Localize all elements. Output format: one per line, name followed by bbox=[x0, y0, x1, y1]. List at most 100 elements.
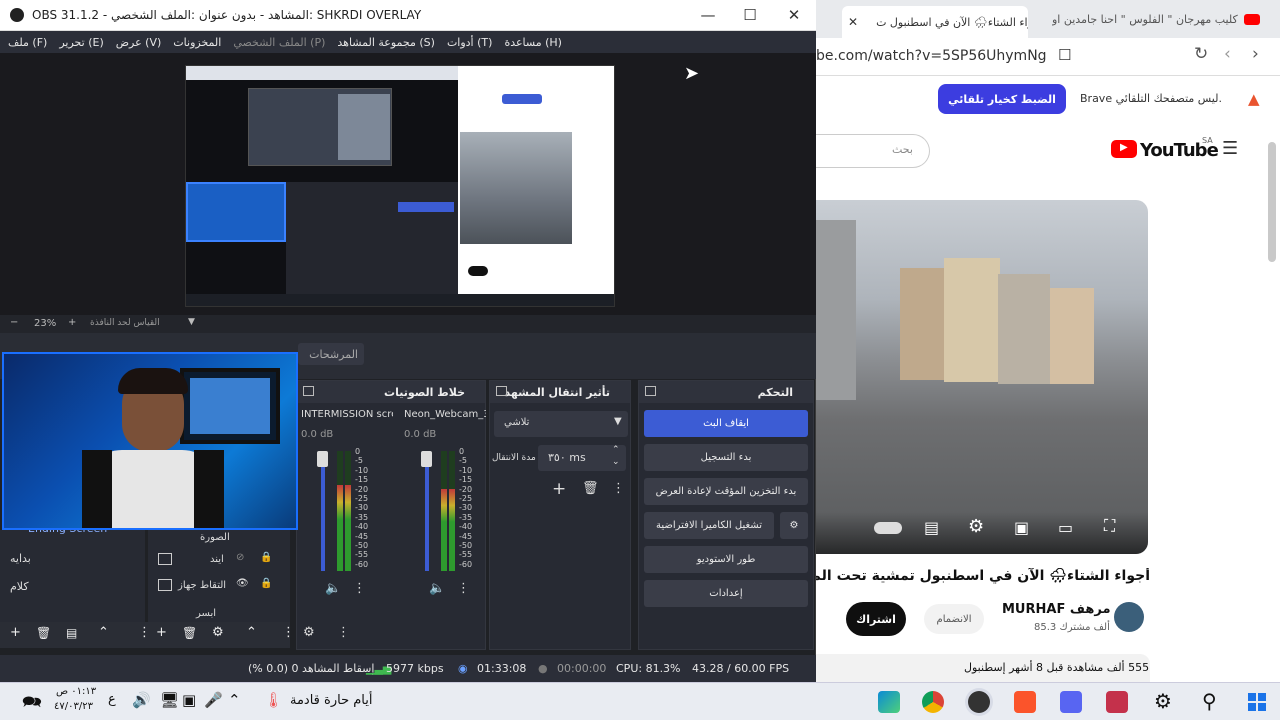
menu-tools[interactable]: أدوات (T) bbox=[447, 36, 493, 49]
video-player[interactable]: ▤ ⚙ ▣ ▭ ⛶ bbox=[816, 200, 1148, 554]
source-row[interactable]: ابسر bbox=[156, 606, 286, 622]
back-icon[interactable]: › bbox=[1252, 44, 1259, 64]
language-indicator[interactable]: ع bbox=[108, 692, 116, 707]
notification-icon[interactable]: 🗪 bbox=[22, 691, 42, 718]
volume-icon[interactable]: 🔊 bbox=[132, 691, 151, 709]
spin-down-icon[interactable]: ⌄ bbox=[612, 457, 620, 467]
zoom-out-icon[interactable]: − bbox=[10, 317, 18, 328]
maximize-icon[interactable]: ☐ bbox=[728, 0, 772, 31]
edge-icon[interactable] bbox=[878, 691, 900, 713]
filters-button[interactable]: المرشحات bbox=[298, 343, 364, 365]
start-recording-button[interactable]: بدء التسجيل bbox=[644, 444, 808, 471]
speaker-icon[interactable]: 🔈 bbox=[429, 581, 445, 596]
captions-icon[interactable]: ▤ bbox=[924, 518, 939, 537]
obs-taskbar-icon[interactable] bbox=[968, 691, 990, 713]
scrollbar-thumb[interactable] bbox=[1268, 142, 1276, 262]
add-transition-icon[interactable]: + bbox=[552, 479, 566, 499]
scene-item[interactable]: كلام bbox=[10, 580, 29, 593]
transition-type-select[interactable]: تلاشي ▼ bbox=[494, 411, 628, 437]
clock-date[interactable]: ٤٧/٠٣/٢٣ bbox=[54, 701, 93, 712]
mixer-settings-icon[interactable]: ⚙ bbox=[303, 625, 315, 640]
autoplay-toggle[interactable] bbox=[874, 522, 902, 534]
bookmark-icon[interactable]: ☐ bbox=[1058, 46, 1071, 64]
scene-filters-icon[interactable]: ▤ bbox=[66, 626, 77, 640]
menu-help[interactable]: مساعدة (H) bbox=[504, 36, 562, 49]
forward-icon[interactable]: ‹ bbox=[1224, 44, 1231, 64]
discord-icon[interactable] bbox=[1060, 691, 1082, 713]
zoom-dropdown-icon[interactable]: ▼ bbox=[188, 317, 195, 327]
remove-scene-icon[interactable]: 🗑 bbox=[36, 626, 51, 640]
lock-icon[interactable]: 🔒 bbox=[260, 552, 272, 563]
remove-transition-icon[interactable]: 🗑 bbox=[582, 481, 599, 496]
app-icon[interactable] bbox=[1106, 691, 1128, 713]
studio-mode-button[interactable]: طور الاستوديو bbox=[644, 546, 808, 573]
channel-menu-icon[interactable]: ⋮ bbox=[353, 581, 366, 596]
remove-source-icon[interactable]: 🗑 bbox=[182, 626, 197, 640]
channel-menu-icon[interactable]: ⋮ bbox=[457, 581, 470, 596]
close-icon[interactable]: ✕ bbox=[772, 0, 816, 31]
settings-taskbar-icon[interactable]: ⚙ bbox=[1154, 689, 1172, 713]
tab-active[interactable]: ✕ أجواء الشتاء🌧 الآن في اسطنبول ت bbox=[842, 6, 1028, 38]
menu-file[interactable]: ملف (F) bbox=[8, 36, 47, 49]
description-box[interactable]: 555 ألف مشاهدة قبل 8 أشهر إسطنبول bbox=[816, 654, 1150, 682]
search-icon[interactable]: ⚲ bbox=[1202, 689, 1217, 713]
subscribe-button[interactable]: اشتراك bbox=[846, 602, 906, 636]
visibility-off-icon[interactable]: ⊘ bbox=[236, 552, 244, 563]
stop-streaming-button[interactable]: ايقاف البث bbox=[644, 410, 808, 437]
visibility-icon[interactable]: 👁 bbox=[236, 578, 249, 589]
hamburger-menu-icon[interactable]: ☰ bbox=[1222, 138, 1238, 159]
search-input[interactable]: بحث bbox=[816, 134, 930, 168]
volume-fader-handle[interactable] bbox=[317, 451, 328, 467]
minimize-icon[interactable]: — bbox=[686, 0, 730, 31]
fullscreen-icon[interactable]: ⛶ bbox=[1104, 516, 1115, 536]
move-up-icon[interactable]: ⌃ bbox=[98, 625, 109, 640]
settings-gear-icon[interactable]: ⚙ bbox=[968, 516, 984, 537]
channel-name[interactable]: MURHAF مرهف bbox=[1002, 602, 1111, 617]
join-button[interactable]: الانضمام bbox=[924, 604, 984, 634]
menu-docks[interactable]: المخزونات bbox=[173, 36, 221, 49]
menu-view[interactable]: عرض (V) bbox=[116, 36, 162, 49]
chrome-icon[interactable] bbox=[922, 691, 944, 713]
source-settings-icon[interactable]: ⚙ bbox=[212, 625, 224, 640]
volume-fader[interactable] bbox=[425, 451, 429, 571]
display-icon[interactable]: ▣ bbox=[182, 691, 196, 709]
theater-mode-icon[interactable]: ▭ bbox=[1058, 518, 1073, 537]
source-row[interactable]: ايند ⊘ 🔒 bbox=[156, 552, 286, 570]
dock-popout-icon[interactable] bbox=[645, 386, 656, 396]
more-icon[interactable]: ⋮ bbox=[138, 625, 151, 640]
menu-edit[interactable]: تحرير (E) bbox=[59, 36, 103, 49]
settings-button[interactable]: إعدادات bbox=[644, 580, 808, 607]
mixer-menu-icon[interactable]: ⋮ bbox=[337, 625, 350, 640]
dock-popout-icon[interactable] bbox=[303, 386, 314, 396]
tray-chevron-icon[interactable]: ⌃ bbox=[228, 691, 241, 709]
preview-area[interactable]: ➤ bbox=[0, 53, 816, 315]
menu-scene-collection[interactable]: مجموعة المشاهد (S) bbox=[337, 36, 435, 49]
add-scene-icon[interactable]: + bbox=[10, 625, 21, 640]
miniplayer-icon[interactable]: ▣ bbox=[1014, 518, 1029, 537]
tab-close-icon[interactable]: ✕ bbox=[848, 15, 858, 29]
dock-popout-icon[interactable] bbox=[496, 386, 507, 396]
channel-avatar[interactable] bbox=[1114, 602, 1144, 632]
weather-text[interactable]: أيام حارة قادمة bbox=[290, 693, 373, 708]
transition-menu-icon[interactable]: ⋮ bbox=[612, 481, 625, 496]
speaker-icon[interactable]: 🔈 bbox=[325, 581, 341, 596]
url-text[interactable]: be.com/watch?v=5SP56UhymNg bbox=[816, 48, 1047, 64]
volume-fader[interactable] bbox=[321, 451, 325, 571]
source-more-icon[interactable]: ⋮ bbox=[282, 625, 295, 640]
volume-fader-handle[interactable] bbox=[421, 451, 432, 467]
duration-input[interactable]: ٣٥٠ ms ⌃ ⌄ bbox=[538, 445, 626, 471]
menu-profile[interactable]: الملف الشخصي (P) bbox=[233, 36, 325, 49]
zoom-in-icon[interactable]: + bbox=[68, 317, 76, 328]
source-row[interactable]: الصورة bbox=[156, 530, 286, 548]
brave-icon[interactable] bbox=[1014, 691, 1036, 713]
set-default-button[interactable]: الضبط كخيار تلقائي bbox=[938, 84, 1066, 114]
scene-item[interactable]: بدايه bbox=[10, 552, 31, 565]
program-preview[interactable] bbox=[185, 65, 615, 307]
source-row[interactable]: التقاط جهاز 👁 🔒 bbox=[156, 578, 286, 596]
start-replay-buffer-button[interactable]: بدء التخزين المؤقت لإعادة العرض bbox=[644, 478, 808, 505]
lock-icon[interactable]: 🔒 bbox=[260, 578, 272, 589]
microphone-icon[interactable]: 🎤 bbox=[204, 691, 223, 709]
spin-up-icon[interactable]: ⌃ bbox=[612, 445, 620, 455]
reload-icon[interactable]: ↻ bbox=[1194, 44, 1208, 64]
start-virtual-camera-button[interactable]: تشغيل الكاميرا الافتراضية bbox=[644, 512, 774, 539]
